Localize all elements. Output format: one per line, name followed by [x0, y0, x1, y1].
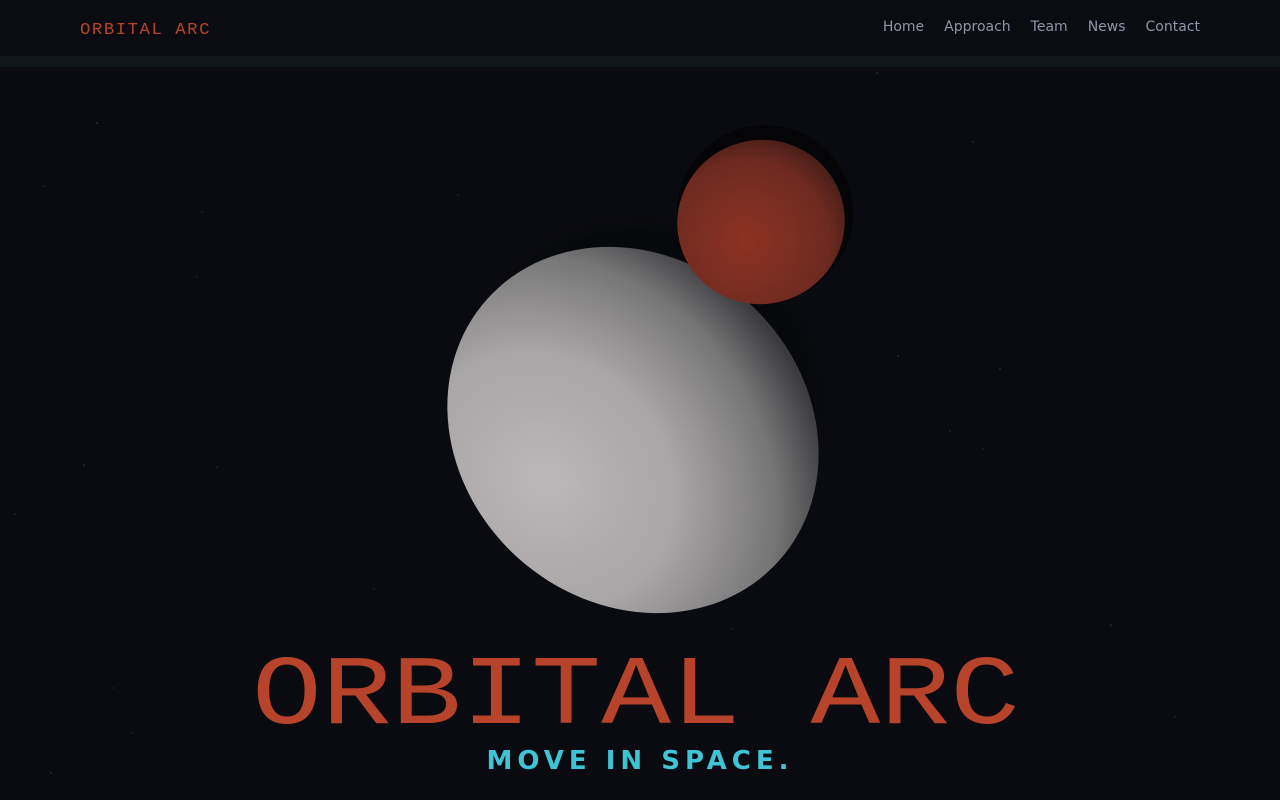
- site-header: ORBITAL ARC Home Approach Team News Cont…: [0, 0, 1280, 56]
- logo-wordmark: ORBITAL ARC: [80, 21, 211, 40]
- hero-tagline: MOVE IN SPACE.: [486, 746, 794, 776]
- hero-section: ORBITAL ARC MOVE IN SPACE.: [0, 67, 1280, 800]
- nav-contact[interactable]: Contact: [1146, 19, 1200, 35]
- nav-approach[interactable]: Approach: [944, 19, 1011, 35]
- logo-text: ORBITAL ARC: [80, 21, 211, 40]
- nav-news[interactable]: News: [1088, 19, 1126, 35]
- page: ORBITAL ARC Home Approach Team News Cont…: [0, 0, 1280, 800]
- hero-title: ORBITAL ARC: [252, 647, 1020, 731]
- header-divider: [0, 56, 1280, 67]
- nav-team[interactable]: Team: [1031, 19, 1068, 35]
- site-logo[interactable]: ORBITAL ARC: [80, 16, 212, 40]
- nav-home[interactable]: Home: [883, 19, 924, 35]
- hero-title-text: ORBITAL ARC: [252, 647, 1020, 731]
- main-nav: Home Approach Team News Contact: [883, 16, 1200, 38]
